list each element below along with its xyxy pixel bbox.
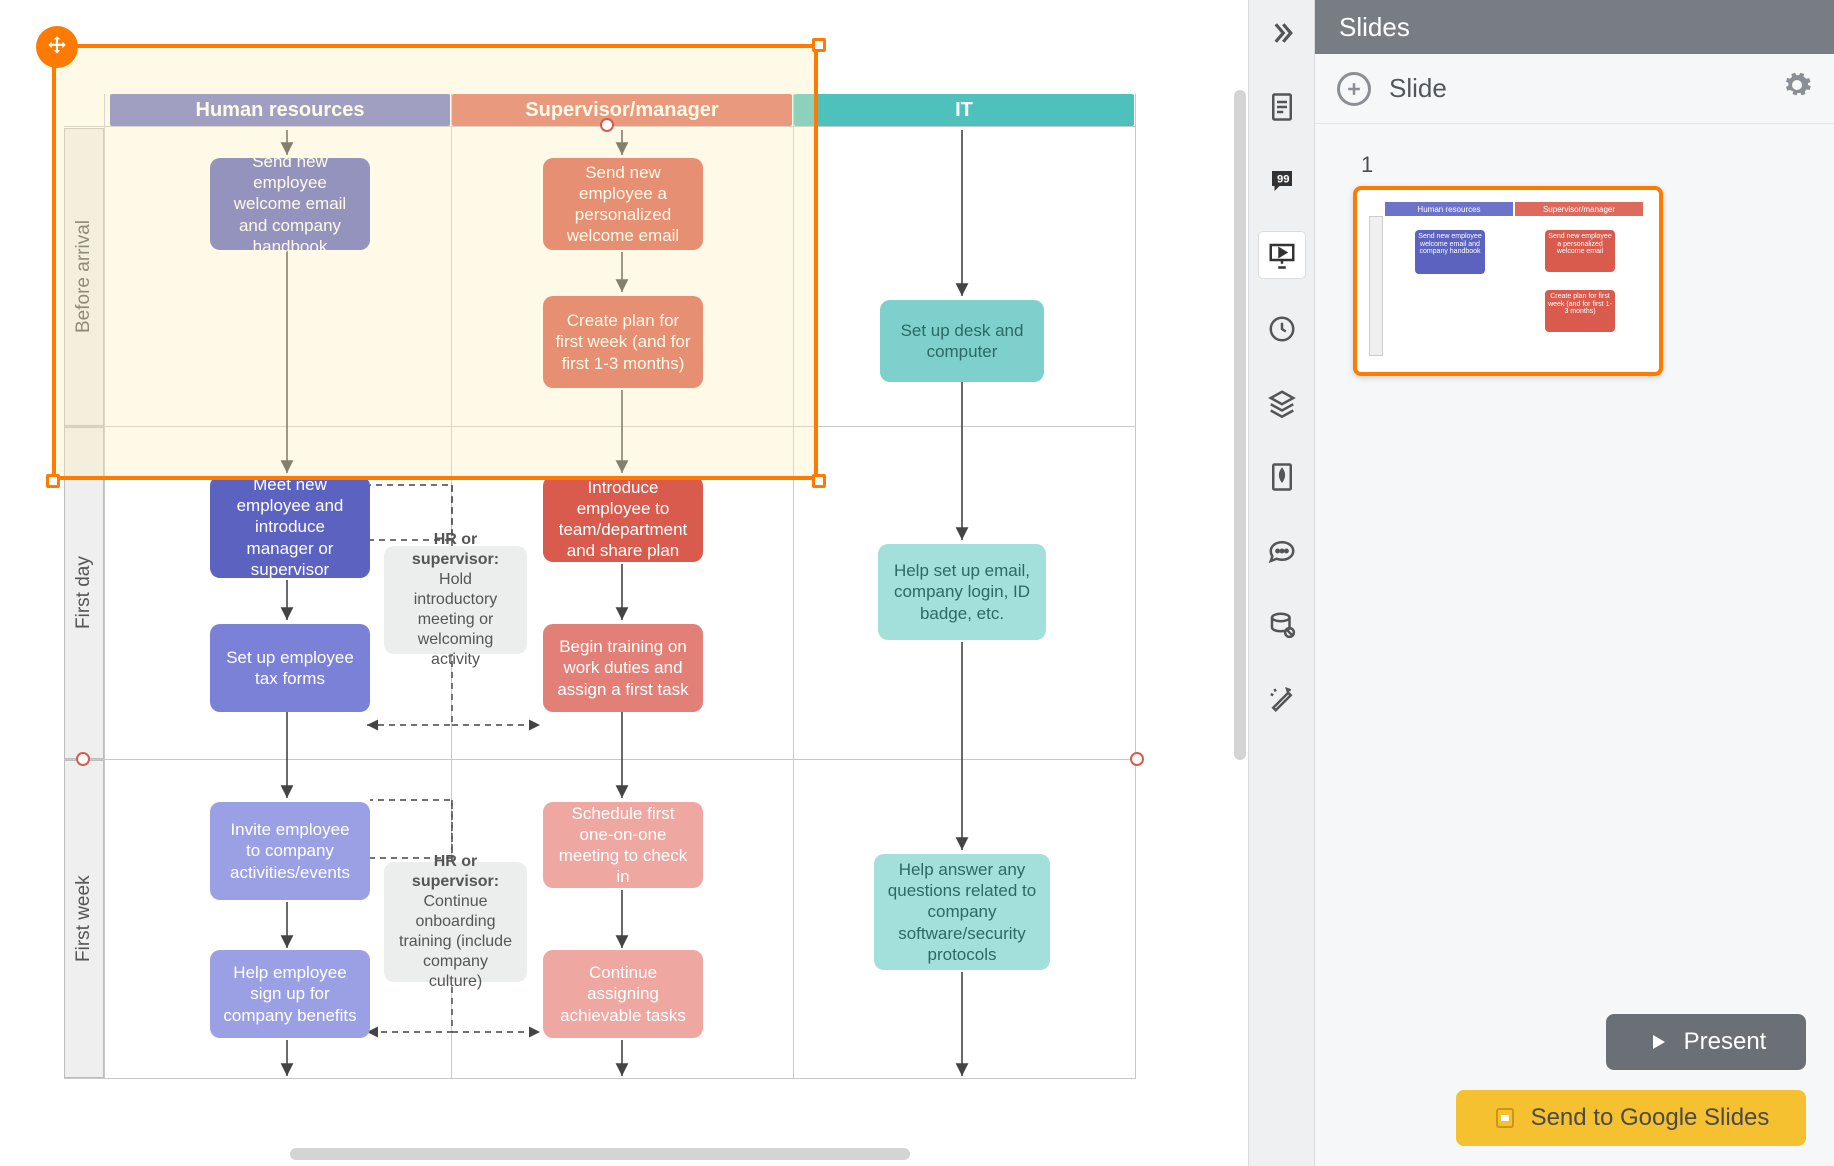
row-anchor-left[interactable] xyxy=(76,752,90,766)
canvas-scrollbar-h[interactable] xyxy=(290,1148,910,1160)
node-sup-day-1[interactable]: Introduce employee to team/department an… xyxy=(543,476,703,562)
col-hr[interactable]: Human resources xyxy=(110,94,450,126)
selection-handle-sw[interactable] xyxy=(46,474,60,488)
right-tool-strip: 99 xyxy=(1248,0,1314,1166)
slides-panel: Slides Slide 1 Human resources Superviso… xyxy=(1314,0,1834,1166)
node-hr-week-1[interactable]: Invite employee to company activities/ev… xyxy=(210,802,370,900)
selection-handle-se[interactable] xyxy=(812,474,826,488)
node-sup-before-1[interactable]: Send new employee a personalized welcome… xyxy=(543,158,703,250)
history-icon[interactable] xyxy=(1259,306,1305,352)
node-mid-day[interactable]: HR or supervisor: Hold introductory meet… xyxy=(384,546,527,654)
node-sup-before-2[interactable]: Create plan for first week (and for firs… xyxy=(543,296,703,388)
add-slide-label: Slide xyxy=(1389,73,1447,104)
chat-icon[interactable] xyxy=(1259,528,1305,574)
canvas[interactable]: Before arrival First day First week Huma… xyxy=(0,0,1248,1166)
node-mid-week[interactable]: HR or supervisor: Continue onboarding tr… xyxy=(384,862,527,982)
svg-text:99: 99 xyxy=(1277,173,1290,185)
node-hr-day-2[interactable]: Set up employee tax forms xyxy=(210,624,370,712)
canvas-scrollbar-v[interactable] xyxy=(1234,90,1246,760)
node-hr-before[interactable]: Send new employee welcome email and comp… xyxy=(210,158,370,250)
layers-icon[interactable] xyxy=(1259,380,1305,426)
thumb-col-hr: Human resources xyxy=(1385,202,1513,216)
thumb-node-sup1: Send new employee a personalized welcome… xyxy=(1545,230,1615,272)
presentation-icon[interactable] xyxy=(1259,232,1305,278)
node-it-before[interactable]: Set up desk and computer xyxy=(880,300,1044,382)
theme-icon[interactable] xyxy=(1259,454,1305,500)
lane-first-week[interactable]: First week xyxy=(64,760,104,1078)
send-to-google-slides-button[interactable]: Send to Google Slides xyxy=(1456,1090,1806,1146)
thumb-col-sup: Supervisor/manager xyxy=(1515,202,1643,216)
node-sup-day-2[interactable]: Begin training on work duties and assign… xyxy=(543,624,703,712)
lane-first-day[interactable]: First day xyxy=(64,427,104,759)
thumb-node-hr: Send new employee welcome email and comp… xyxy=(1415,230,1485,274)
slide-settings-icon[interactable] xyxy=(1782,70,1812,107)
node-it-week[interactable]: Help answer any questions related to com… xyxy=(874,854,1050,970)
lane-before[interactable]: Before arrival xyxy=(64,128,104,426)
node-sup-week-1[interactable]: Schedule first one-on-one meeting to che… xyxy=(543,802,703,888)
page-settings-icon[interactable] xyxy=(1259,84,1305,130)
node-sup-week-2[interactable]: Continue assigning achievable tasks xyxy=(543,950,703,1038)
move-handle[interactable] xyxy=(36,26,78,68)
node-hr-week-2[interactable]: Help employee sign up for company benefi… xyxy=(210,950,370,1038)
node-it-day[interactable]: Help set up email, company login, ID bad… xyxy=(878,544,1046,640)
slide-thumbnail[interactable]: Human resources Supervisor/manager Send … xyxy=(1353,186,1663,376)
data-icon[interactable] xyxy=(1259,602,1305,648)
panel-title: Slides xyxy=(1315,0,1834,54)
collapse-panel-icon[interactable] xyxy=(1259,10,1305,56)
present-button[interactable]: Present xyxy=(1606,1014,1806,1070)
magic-icon[interactable] xyxy=(1259,676,1305,722)
col-it[interactable]: IT xyxy=(794,94,1134,126)
slide-number: 1 xyxy=(1361,152,1796,178)
selection-mid-top[interactable] xyxy=(600,118,614,132)
node-hr-day-1[interactable]: Meet new employee and introduce manager … xyxy=(210,476,370,578)
add-slide-button[interactable] xyxy=(1337,72,1371,106)
comments-icon[interactable]: 99 xyxy=(1259,158,1305,204)
col-sup[interactable]: Supervisor/manager xyxy=(452,94,792,126)
row-anchor-right[interactable] xyxy=(1130,752,1144,766)
selection-handle-ne[interactable] xyxy=(812,38,826,52)
thumb-node-sup2: Create plan for first week (and for firs… xyxy=(1545,290,1615,332)
